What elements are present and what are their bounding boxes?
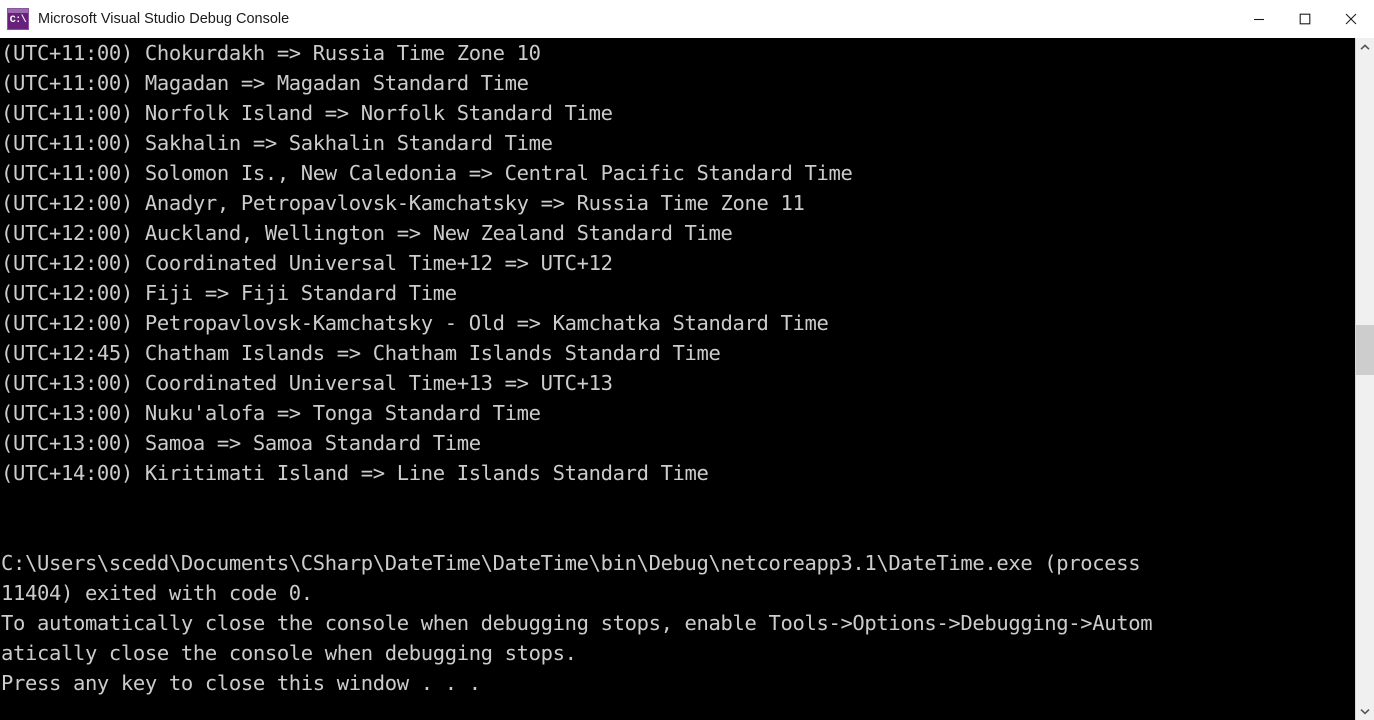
scrollbar-down-button[interactable] bbox=[1356, 702, 1374, 720]
console-line: Press any key to close this window . . . bbox=[1, 671, 481, 695]
window-title: Microsoft Visual Studio Debug Console bbox=[38, 11, 290, 27]
close-button[interactable] bbox=[1328, 0, 1374, 38]
maximize-icon bbox=[1299, 13, 1311, 25]
console-line: (UTC+11:00) Magadan => Magadan Standard … bbox=[1, 71, 529, 95]
console-line: (UTC+12:00) Anadyr, Petropavlovsk-Kamcha… bbox=[1, 191, 805, 215]
console-line: (UTC+14:00) Kiritimati Island => Line Is… bbox=[1, 461, 709, 485]
close-icon bbox=[1345, 13, 1357, 25]
console-line: To automatically close the console when … bbox=[1, 611, 1153, 635]
console-line: (UTC+11:00) Chokurdakh => Russia Time Zo… bbox=[1, 41, 541, 65]
console-line: C:\Users\scedd\Documents\CSharp\DateTime… bbox=[1, 551, 1141, 575]
console-line: (UTC+12:00) Coordinated Universal Time+1… bbox=[1, 251, 613, 275]
minimize-button[interactable] bbox=[1236, 0, 1282, 38]
vertical-scrollbar[interactable] bbox=[1355, 38, 1374, 720]
scrollbar-track[interactable] bbox=[1356, 56, 1374, 702]
console-line: (UTC+11:00) Sakhalin => Sakhalin Standar… bbox=[1, 131, 553, 155]
app-icon-glyph: C:\ bbox=[9, 15, 27, 26]
titlebar: C:\ Microsoft Visual Studio Debug Consol… bbox=[0, 0, 1374, 39]
debug-console-window: C:\ Microsoft Visual Studio Debug Consol… bbox=[0, 0, 1374, 720]
console-line: (UTC+11:00) Solomon Is., New Caledonia =… bbox=[1, 161, 853, 185]
console-line: (UTC+12:00) Auckland, Wellington => New … bbox=[1, 221, 733, 245]
console-line: (UTC+13:00) Coordinated Universal Time+1… bbox=[1, 371, 613, 395]
minimize-icon bbox=[1253, 13, 1265, 25]
console-line: (UTC+12:45) Chatham Islands => Chatham I… bbox=[1, 341, 721, 365]
maximize-button[interactable] bbox=[1282, 0, 1328, 38]
window-controls bbox=[1236, 0, 1374, 38]
console-output-area[interactable]: (UTC+11:00) Chokurdakh => Russia Time Zo… bbox=[0, 38, 1374, 720]
scrollbar-thumb[interactable] bbox=[1356, 325, 1374, 375]
chevron-down-icon bbox=[1360, 702, 1370, 720]
console-line: 11404) exited with code 0. bbox=[1, 581, 313, 605]
console-line: atically close the console when debuggin… bbox=[1, 641, 577, 665]
console-line: (UTC+11:00) Norfolk Island => Norfolk St… bbox=[1, 101, 613, 125]
console-line: (UTC+13:00) Nuku'alofa => Tonga Standard… bbox=[1, 401, 541, 425]
scrollbar-up-button[interactable] bbox=[1356, 38, 1374, 56]
titlebar-left-group: C:\ Microsoft Visual Studio Debug Consol… bbox=[0, 8, 1236, 30]
chevron-up-icon bbox=[1360, 38, 1370, 56]
console-line: (UTC+12:00) Petropavlovsk-Kamchatsky - O… bbox=[1, 311, 829, 335]
console-text: (UTC+11:00) Chokurdakh => Russia Time Zo… bbox=[0, 38, 1360, 698]
console-app-icon: C:\ bbox=[7, 8, 29, 30]
console-line: (UTC+13:00) Samoa => Samoa Standard Time bbox=[1, 431, 481, 455]
console-line: (UTC+12:00) Fiji => Fiji Standard Time bbox=[1, 281, 457, 305]
